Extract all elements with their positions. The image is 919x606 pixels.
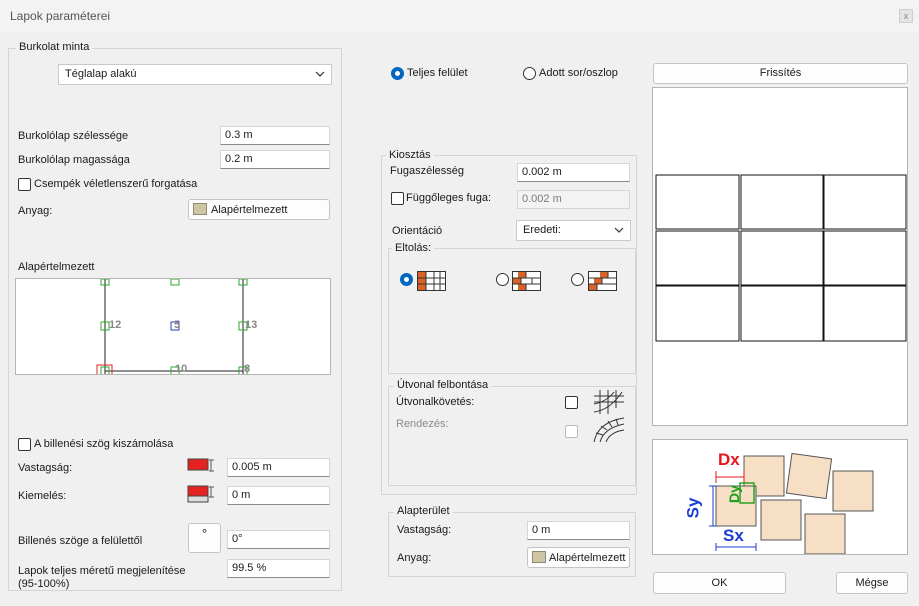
- tilt-offset-field[interactable]: 0 m: [227, 486, 330, 505]
- base-material-swatch: [532, 551, 546, 563]
- refresh-button[interactable]: Frissítés: [653, 63, 908, 84]
- title-bar: [0, 0, 919, 32]
- chevron-down-icon: [614, 227, 624, 233]
- anchor-label-13: 13: [245, 319, 258, 331]
- base-thickness-field[interactable]: 0 m: [527, 521, 630, 540]
- material-button[interactable]: Alapértelmezett: [188, 199, 330, 220]
- brick-step-icon: [588, 271, 618, 291]
- tile-width-field[interactable]: 0.3 m: [220, 126, 330, 145]
- close-button[interactable]: x: [899, 9, 913, 23]
- tilt-offset-label: Kiemelés:: [18, 490, 67, 502]
- anchor-label-8: 8: [244, 363, 251, 375]
- tilt-angle-label: Billenés szöge a felülettől: [18, 535, 143, 547]
- pattern-group-label: Burkolat minta: [16, 41, 93, 53]
- tilt-calc-label: A billenési szög kiszámolása: [34, 438, 174, 450]
- rowcol-radio[interactable]: [523, 67, 536, 80]
- dim-sx-label: Sx: [723, 526, 744, 545]
- path-arrange-checkbox[interactable]: [565, 425, 578, 438]
- chevron-down-icon: [315, 71, 325, 77]
- dimension-diagram: Dx Dy Sx Sy: [652, 439, 908, 555]
- random-rotation-checkbox[interactable]: [18, 178, 31, 191]
- pattern-preview[interactable]: 12 5 13 10 8: [15, 278, 331, 375]
- tilt-thickness-label: Vastagság:: [18, 462, 73, 474]
- anchor-label-10: 10: [175, 363, 188, 375]
- path-follow-checkbox[interactable]: [565, 396, 578, 409]
- base-material-label: Anyag:: [397, 552, 432, 564]
- joint-width-label: Fugaszélesség: [390, 165, 464, 177]
- tile-height-field[interactable]: 0.2 m: [220, 150, 330, 169]
- dim-sy-label: Sy: [683, 497, 703, 519]
- tilt-angle-field[interactable]: 0°: [227, 530, 330, 549]
- fullsize-field[interactable]: 99.5 %: [227, 559, 330, 578]
- base-group-label: Alapterület: [394, 505, 453, 517]
- material-button-label: Alapértelmezett: [211, 204, 288, 216]
- angle-button[interactable]: °: [188, 523, 221, 553]
- tilt-thickness-field[interactable]: 0.005 m: [227, 458, 330, 477]
- material-swatch: [193, 203, 207, 215]
- offset-half-radio[interactable]: [496, 273, 509, 286]
- grid-curve-icon: [592, 388, 626, 416]
- offset-step-radio[interactable]: [571, 273, 584, 286]
- cancel-button[interactable]: Mégse: [836, 572, 908, 594]
- thickness-icon: [187, 458, 219, 474]
- dim-dx-label: Dx: [718, 450, 740, 469]
- full-surface-label: Teljes felület: [407, 67, 468, 79]
- base-material-button-label: Alapértelmezett: [549, 552, 626, 564]
- pattern-select[interactable]: Téglalap alakú: [58, 64, 332, 85]
- random-rotation-label: Csempék véletlenszerű forgatása: [34, 178, 198, 190]
- joint-width-field[interactable]: 0.002 m: [517, 163, 630, 182]
- arc-tiles-icon: [592, 416, 626, 444]
- tile-width-label: Burkolólap szélessége: [18, 130, 129, 142]
- window-title: Lapok paraméterei: [10, 9, 111, 23]
- tile-preview: [652, 87, 908, 426]
- material-label: Anyag:: [18, 205, 53, 217]
- rowcol-label: Adott sor/oszlop: [539, 67, 618, 79]
- path-arrange-label: Rendezés:: [396, 418, 449, 430]
- fullsize-label: Lapok teljes méretű megjelenítése: [18, 565, 186, 577]
- path-follow-label: Útvonalkövetés:: [396, 396, 475, 408]
- offset-icon: [187, 485, 219, 503]
- anchor-label-12: 12: [109, 319, 122, 331]
- pattern-preview-label: Alapértelmezett: [18, 261, 95, 273]
- orientation-select-value: Eredeti:: [523, 224, 561, 236]
- offset-group-label: Eltolás:: [392, 242, 435, 254]
- vertical-joint-checkbox[interactable]: [391, 192, 404, 205]
- tilt-calc-checkbox[interactable]: [18, 438, 31, 451]
- ok-button[interactable]: OK: [653, 572, 786, 594]
- pattern-select-value: Téglalap alakú: [65, 68, 137, 80]
- tile-preview-canvas: [655, 174, 907, 342]
- vertical-joint-label: Függőleges fuga:: [406, 192, 492, 204]
- offset-group: [388, 248, 636, 374]
- base-thickness-label: Vastagság:: [397, 524, 452, 536]
- full-surface-radio[interactable]: [391, 67, 404, 80]
- base-material-button[interactable]: Alapértelmezett: [527, 547, 630, 568]
- layout-group-label: Kiosztás: [386, 149, 434, 161]
- brick-stack-icon: [417, 271, 447, 291]
- tile-height-label: Burkolólap magassága: [18, 154, 130, 166]
- anchor-label-5: 5: [174, 319, 181, 331]
- brick-half-icon: [512, 271, 542, 291]
- dim-dy-label: Dy: [725, 485, 742, 503]
- path-group-label: Útvonal felbontása: [394, 379, 492, 391]
- orientation-select[interactable]: Eredeti:: [516, 220, 631, 241]
- orientation-label: Orientáció: [392, 225, 443, 237]
- offset-none-radio[interactable]: [400, 273, 413, 286]
- fullsize-range-label: (95-100%): [18, 578, 70, 590]
- vertical-joint-field[interactable]: 0.002 m: [517, 190, 630, 209]
